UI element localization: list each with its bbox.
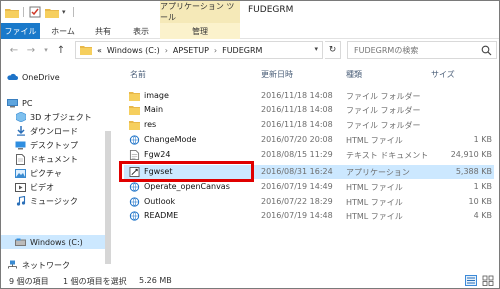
title-bar: ▾ アプリケーション ツール FUDEGRM [1,1,499,23]
selection-count: 1 個の項目を選択 [63,277,127,286]
breadcrumb-fudegrm[interactable]: FUDEGRM [222,46,262,55]
tab-file[interactable]: ファイル [1,23,40,39]
back-arrow-icon[interactable]: ← [7,43,21,57]
html-file-icon [129,211,140,221]
folder-icon [80,46,92,55]
folder-icon [129,121,140,130]
music-icon [15,196,26,206]
address-bar[interactable]: « Windows (C:) › APSETUP › FUDEGRM ▾ [75,41,323,59]
tab-share[interactable]: 共有 [85,23,121,39]
tab-home[interactable]: ホーム [45,23,81,39]
status-bar: 9 個の項目 1 個の項目を選択 5.26 MB [1,274,499,288]
forward-arrow-icon[interactable]: → [24,43,38,57]
column-header-date[interactable]: 更新日時 [261,69,293,80]
up-arrow-icon[interactable]: ↑ [54,43,68,57]
html-file-icon [129,197,140,207]
chevron-right-icon[interactable]: › [165,46,168,55]
folder-icon[interactable] [5,5,19,19]
window-title: FUDEGRM [248,5,294,15]
address-row: ← → ▾ ↑ « Windows (C:) › APSETUP › FUDEG… [1,39,499,61]
network-icon [7,260,18,270]
column-header-size[interactable]: サイズ [431,69,455,80]
item-count: 9 個の項目 [9,277,49,286]
3d-objects-icon [15,112,26,122]
breadcrumb-drive[interactable]: Windows (C:) [107,46,160,55]
chevron-down-icon[interactable]: ▾ [314,45,318,53]
folder-icon [129,92,140,101]
folder-icon [129,106,140,115]
column-header-type[interactable]: 種類 [346,69,362,80]
properties-icon[interactable] [29,5,41,19]
new-folder-icon[interactable] [45,5,59,19]
large-icons-view-icon[interactable] [482,275,494,286]
tab-manage[interactable]: 管理 [160,23,240,39]
column-header-name[interactable]: 名前 [130,69,146,80]
details-view-icon[interactable] [465,275,477,286]
ribbon-tabs: ファイル ホーム 共有 表示 管理 [1,23,499,39]
picture-icon [15,168,26,178]
navigation-pane: OneDrive PC 3D オブジェクト ダウンロード デスクトップ ドキュメ… [1,61,116,274]
search-icon[interactable] [481,45,492,56]
nav-item-network[interactable]: ネットワーク [7,258,119,272]
file-row-image[interactable]: image 2016/11/18 14:08 ファイル フォルダー [124,89,494,103]
download-icon [15,126,26,136]
text-file-icon [129,150,140,160]
cloud-icon [7,72,18,82]
divider [23,7,24,17]
chevron-right-icon[interactable]: › [214,46,217,55]
nav-scrollbar[interactable] [105,131,111,264]
search-box[interactable] [347,41,497,59]
highlight-box [119,161,254,182]
html-file-icon [129,135,140,145]
file-row-res[interactable]: res 2016/11/18 14:08 ファイル フォルダー [124,118,494,132]
nav-item-onedrive[interactable]: OneDrive [7,70,119,84]
tab-view[interactable]: 表示 [123,23,159,39]
search-input[interactable] [354,45,480,55]
nav-item-3d-objects[interactable]: 3D オブジェクト [15,110,127,124]
context-tab-header: アプリケーション ツール [160,1,240,23]
pc-icon [7,98,18,108]
refresh-icon[interactable]: ↻ [325,41,341,59]
html-file-icon [129,182,140,192]
selection-size: 5.26 MB [139,276,172,285]
video-icon [15,182,26,192]
file-row-main[interactable]: Main 2016/11/18 14:08 ファイル フォルダー [124,103,494,117]
file-row-outlook[interactable]: Outlook 2016/07/22 18:29 HTML ファイル 10 KB [124,195,494,209]
file-row-readme[interactable]: README 2016/07/19 14:48 HTML ファイル 4 KB [124,209,494,223]
nav-item-pc[interactable]: PC [7,96,119,110]
explorer-window: ▾ アプリケーション ツール FUDEGRM ファイル ホーム 共有 表示 管理… [0,0,500,289]
file-row-changemode[interactable]: ChangeMode 2016/07/20 20:08 HTML ファイル 1 … [124,133,494,147]
file-row-fgw24[interactable]: Fgw24 2018/08/15 11:29 テキスト ドキュメント 24,91… [124,148,494,162]
divider [73,7,74,17]
nav-item-windows-c[interactable]: Windows (C:) [1,235,105,249]
recent-locations-icon[interactable]: ▾ [41,43,51,57]
file-row-operate-opencanvas[interactable]: Operate_openCanvas 2016/07/19 14:49 HTML… [124,180,494,194]
breadcrumb-overflow[interactable]: « [97,46,102,55]
drive-icon [15,237,26,247]
document-icon [15,153,26,165]
desktop-icon [15,140,26,150]
breadcrumb-apsetup[interactable]: APSETUP [173,46,209,55]
customize-quick-access-icon[interactable]: ▾ [62,5,70,19]
